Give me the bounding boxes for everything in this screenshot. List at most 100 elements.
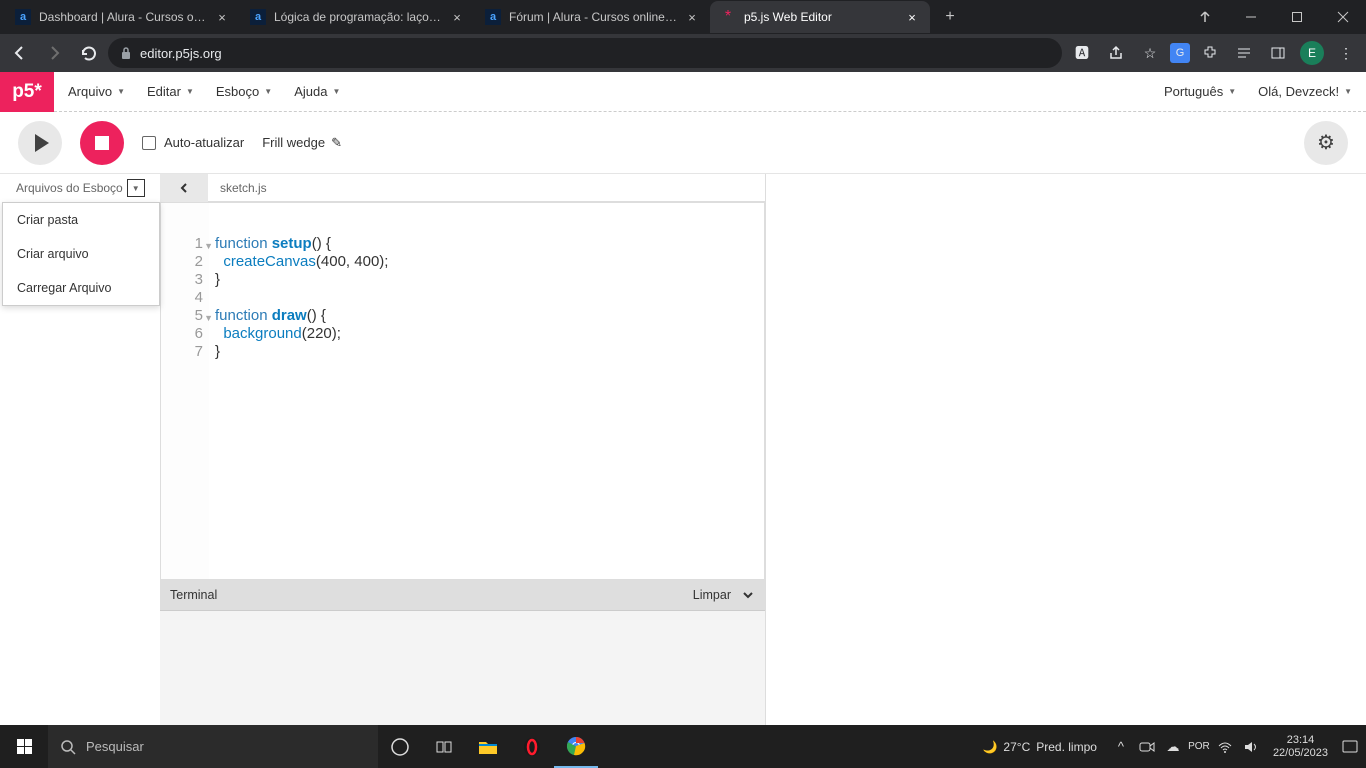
- workarea: Arquivos do Esboço ▼ sketch.js Prévia Cr…: [0, 174, 1366, 725]
- terminal-clear-button[interactable]: Limpar: [693, 588, 731, 602]
- p5-logo[interactable]: p5*: [0, 72, 54, 112]
- chevron-left-icon: [178, 182, 190, 194]
- translate-icon[interactable]: 🅰: [1068, 39, 1096, 67]
- tab-title: p5.js Web Editor: [744, 10, 898, 24]
- create-file-item[interactable]: Criar arquivo: [3, 237, 159, 271]
- file-tab-sketch[interactable]: sketch.js: [208, 174, 279, 202]
- windows-icon: [17, 739, 32, 754]
- reading-list-icon[interactable]: [1230, 39, 1258, 67]
- terminal-output[interactable]: [160, 610, 765, 725]
- reload-button[interactable]: [74, 39, 102, 67]
- close-icon[interactable]: ×: [214, 9, 230, 25]
- language-select[interactable]: Português▼: [1164, 84, 1236, 99]
- tab-alura-dashboard[interactable]: a Dashboard | Alura - Cursos online ×: [5, 1, 240, 33]
- lock-icon: [120, 46, 132, 60]
- chevron-down-icon[interactable]: [741, 588, 755, 602]
- volume-icon[interactable]: [1241, 737, 1261, 757]
- checkbox-icon: [142, 136, 156, 150]
- opera-icon[interactable]: [510, 725, 554, 768]
- time: 23:14: [1273, 734, 1328, 747]
- address-bar: editor.p5js.org 🅰 ☆ G E ⋮: [0, 34, 1366, 72]
- onedrive-icon[interactable]: ☁: [1163, 737, 1183, 757]
- code-editor[interactable]: 1▼ 2 3 4 5▼ 6 7 function setup() { creat…: [160, 202, 765, 580]
- preview-pane: [765, 174, 1366, 725]
- close-icon[interactable]: ×: [904, 9, 920, 25]
- upload-file-item[interactable]: Carregar Arquivo: [3, 271, 159, 305]
- settings-button[interactable]: ⚙: [1304, 121, 1348, 165]
- weather-cond: Pred. limpo: [1036, 740, 1097, 754]
- stop-icon: [95, 136, 109, 150]
- chrome-more-icon[interactable]: ⋮: [1332, 39, 1360, 67]
- taskbar-widgets-icon[interactable]: [422, 725, 466, 768]
- minimize-icon[interactable]: [1228, 0, 1274, 34]
- p5-editor-page: p5* Arquivo▼ Editar▼ Esboço▼ Ajuda▼ Port…: [0, 72, 1366, 725]
- user-menu[interactable]: Olá, Devzeck!▼: [1258, 84, 1352, 99]
- fold-icon[interactable]: ▼: [204, 309, 213, 327]
- sketch-name[interactable]: Frill wedge ✎: [262, 135, 342, 151]
- notifications-icon[interactable]: [1340, 737, 1360, 757]
- profile-avatar[interactable]: E: [1298, 39, 1326, 67]
- forward-button[interactable]: [40, 39, 68, 67]
- gtranslate-ext-icon[interactable]: G: [1170, 43, 1190, 63]
- tab-title: Dashboard | Alura - Cursos online: [39, 10, 208, 24]
- start-button[interactable]: [0, 725, 48, 768]
- tab-title: Lógica de programação: laços e l: [274, 10, 443, 24]
- wifi-icon[interactable]: [1215, 737, 1235, 757]
- code-content[interactable]: function setup() { createCanvas(400, 400…: [209, 203, 764, 579]
- back-button[interactable]: [6, 39, 34, 67]
- chevron-down-icon: ▼: [1228, 87, 1236, 96]
- play-button[interactable]: [18, 121, 62, 165]
- menu-file[interactable]: Arquivo▼: [68, 84, 125, 99]
- close-icon[interactable]: ×: [684, 9, 700, 25]
- chrome-icon[interactable]: [554, 725, 598, 768]
- task-view-button[interactable]: [378, 725, 422, 768]
- extensions-icon[interactable]: [1196, 39, 1224, 67]
- show-hidden-icons[interactable]: ^: [1111, 737, 1131, 757]
- url-input[interactable]: editor.p5js.org: [108, 38, 1062, 68]
- taskbar: Pesquisar 🌙 27°C Pred. limpo ^ ☁ POR 23:…: [0, 725, 1366, 768]
- menu-help[interactable]: Ajuda▼: [294, 84, 340, 99]
- play-icon: [35, 134, 49, 152]
- gear-icon: ⚙: [1317, 130, 1335, 155]
- chevron-down-icon: ▼: [117, 87, 125, 96]
- meet-now-icon[interactable]: [1137, 737, 1157, 757]
- menubar: Arquivo▼ Editar▼ Esboço▼ Ajuda▼ Portuguê…: [54, 72, 1366, 112]
- clock[interactable]: 23:14 22/05/2023: [1267, 734, 1334, 760]
- weather-widget[interactable]: 🌙 27°C Pred. limpo: [982, 740, 1096, 754]
- menu-edit[interactable]: Editar▼: [147, 84, 194, 99]
- auto-refresh-label: Auto-atualizar: [164, 135, 244, 150]
- date: 22/05/2023: [1273, 747, 1328, 760]
- files-dropdown-toggle[interactable]: ▼: [127, 179, 145, 197]
- favicon-icon: *: [720, 9, 736, 25]
- tab-title: Fórum | Alura - Cursos online de: [509, 10, 678, 24]
- favicon-icon: a: [485, 9, 501, 25]
- tab-alura-logica[interactable]: a Lógica de programação: laços e l ×: [240, 1, 475, 33]
- sidepanel-icon[interactable]: [1264, 39, 1292, 67]
- files-dropdown-menu: Criar pasta Criar arquivo Carregar Arqui…: [2, 202, 160, 306]
- menu-sketch[interactable]: Esboço▼: [216, 84, 272, 99]
- fold-icon[interactable]: ▼: [204, 237, 213, 255]
- create-folder-item[interactable]: Criar pasta: [3, 203, 159, 237]
- file-explorer-icon[interactable]: [466, 725, 510, 768]
- close-icon[interactable]: ×: [449, 9, 465, 25]
- auto-refresh-toggle[interactable]: Auto-atualizar: [142, 135, 244, 150]
- taskbar-search[interactable]: Pesquisar: [48, 725, 378, 768]
- chevron-down-icon: ▼: [186, 87, 194, 96]
- stop-button[interactable]: [80, 121, 124, 165]
- search-placeholder: Pesquisar: [86, 739, 144, 754]
- window-close-icon[interactable]: [1320, 0, 1366, 34]
- maximize-icon[interactable]: [1274, 0, 1320, 34]
- share-icon[interactable]: [1102, 39, 1130, 67]
- tab-alura-forum[interactable]: a Fórum | Alura - Cursos online de ×: [475, 1, 710, 33]
- chrome-menu-icon[interactable]: [1182, 0, 1228, 34]
- chevron-down-icon: ▼: [332, 87, 340, 96]
- collapse-sidebar-button[interactable]: [160, 174, 208, 202]
- tab-p5-editor[interactable]: * p5.js Web Editor ×: [710, 1, 930, 33]
- pencil-icon: ✎: [331, 135, 342, 151]
- language-icon[interactable]: POR: [1189, 737, 1209, 757]
- favicon-icon: a: [250, 9, 266, 25]
- new-tab-button[interactable]: +: [936, 3, 964, 31]
- line-gutter: 1▼ 2 3 4 5▼ 6 7: [161, 203, 209, 579]
- chevron-down-icon: ▼: [1344, 87, 1352, 96]
- bookmark-icon[interactable]: ☆: [1136, 39, 1164, 67]
